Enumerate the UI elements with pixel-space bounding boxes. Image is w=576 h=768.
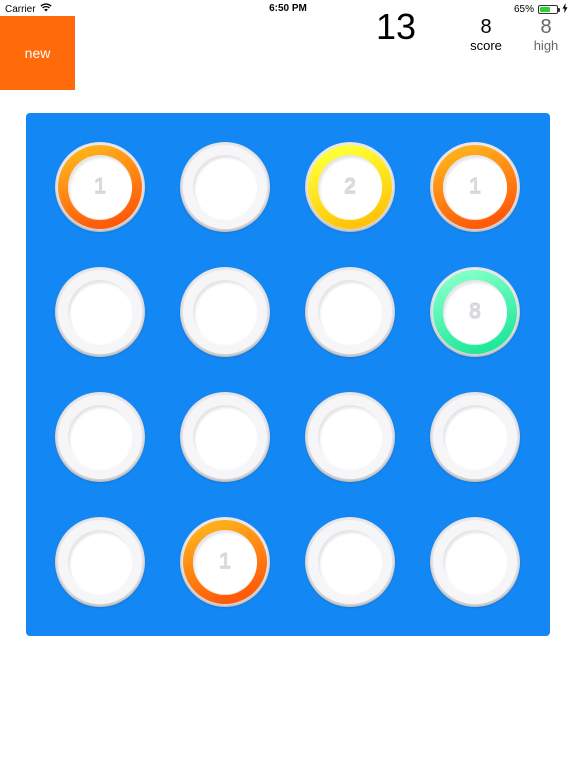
board-cell[interactable] xyxy=(305,517,395,607)
board-cell[interactable] xyxy=(180,392,270,482)
plate-rim: 1 xyxy=(430,142,520,232)
board-cell[interactable]: 1 xyxy=(180,517,270,607)
board-cell[interactable] xyxy=(55,392,145,482)
tile-number: 1 xyxy=(218,549,232,574)
board-cell[interactable]: 1 xyxy=(55,142,145,232)
moves-counter: 13 xyxy=(375,6,417,47)
plate-rim xyxy=(55,517,145,607)
board-cell[interactable] xyxy=(180,267,270,357)
board-cell[interactable]: 1 xyxy=(430,142,520,232)
plate-center xyxy=(318,405,382,469)
plate-center: 1 xyxy=(68,155,132,219)
plate-rim: 8 xyxy=(430,267,520,357)
high-score-panel: 8 high xyxy=(516,16,576,54)
plate-rim xyxy=(180,392,270,482)
high-score-value: 8 xyxy=(540,16,552,38)
board-cell[interactable]: 2 xyxy=(305,142,395,232)
plate-rim: 1 xyxy=(55,142,145,232)
battery-cap xyxy=(558,8,560,12)
plate-rim xyxy=(305,267,395,357)
status-time: 6:50 PM xyxy=(269,3,307,14)
board-cell[interactable] xyxy=(55,267,145,357)
board-cell[interactable] xyxy=(305,392,395,482)
plate-center: 1 xyxy=(443,155,507,219)
board-cell[interactable] xyxy=(180,142,270,232)
plate-center xyxy=(193,155,257,219)
battery-percent: 65% xyxy=(513,4,534,15)
plate-center: 2 xyxy=(318,155,382,219)
status-right: 65% xyxy=(514,3,568,16)
plate-rim: 2 xyxy=(305,142,395,232)
plate-center xyxy=(443,405,507,469)
plate-center xyxy=(193,280,257,344)
board-cell[interactable]: 8 xyxy=(430,267,520,357)
plate-rim: 1 xyxy=(180,517,270,607)
plate-rim xyxy=(180,142,270,232)
plate-center: 1 xyxy=(193,530,257,594)
tile-number: 2 xyxy=(343,174,357,199)
plate-center xyxy=(193,405,257,469)
board-cell[interactable] xyxy=(430,517,520,607)
game-screen: Carrier 6:50 PM 65% new 13 8 score 8 hig… xyxy=(0,0,576,768)
plate-center xyxy=(68,405,132,469)
board-cell[interactable] xyxy=(430,392,520,482)
battery-fill xyxy=(540,7,550,12)
board-cell[interactable] xyxy=(305,267,395,357)
battery-icon xyxy=(538,5,560,14)
plate-center xyxy=(68,280,132,344)
new-game-button[interactable]: new xyxy=(0,16,75,90)
plate-center xyxy=(443,530,507,594)
plate-center xyxy=(68,530,132,594)
plate-center xyxy=(318,530,382,594)
tile-number: 8 xyxy=(468,299,482,324)
plate-rim xyxy=(180,267,270,357)
plate-rim xyxy=(305,517,395,607)
plate-rim xyxy=(305,392,395,482)
high-score-label: high xyxy=(533,38,559,53)
tile-number: 1 xyxy=(468,174,482,199)
plate-center: 8 xyxy=(443,280,507,344)
plate-rim xyxy=(430,392,520,482)
plate-rim xyxy=(430,517,520,607)
game-board: 1 2 1 8 1 xyxy=(26,113,550,636)
score-label: score xyxy=(470,38,502,53)
plate-center xyxy=(318,280,382,344)
score-panel: 8 score xyxy=(456,16,516,54)
plate-rim xyxy=(55,392,145,482)
tile-number: 1 xyxy=(93,174,107,199)
charging-icon xyxy=(562,3,568,16)
board-cell[interactable] xyxy=(55,517,145,607)
score-value: 8 xyxy=(480,16,492,38)
plate-rim xyxy=(55,267,145,357)
